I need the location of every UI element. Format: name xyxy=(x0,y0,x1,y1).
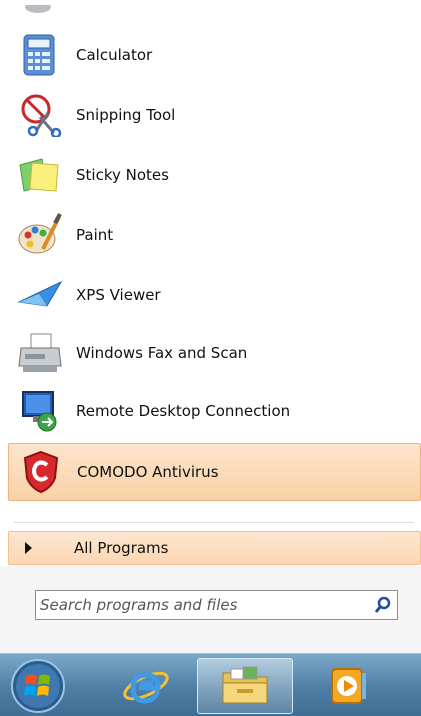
fax-scan-icon xyxy=(12,329,68,377)
menu-item-remote-desktop-connection[interactable]: Remote Desktop Connection xyxy=(8,382,421,440)
xps-viewer-icon xyxy=(12,271,68,319)
all-programs-label: All Programs xyxy=(74,539,169,557)
menu-item-label: COMODO Antivirus xyxy=(77,463,219,481)
menu-item-label: Remote Desktop Connection xyxy=(76,402,291,420)
menu-item-label: Paint xyxy=(76,226,114,244)
start-button[interactable] xyxy=(2,658,74,714)
menu-item-windows-fax-and-scan[interactable]: Windows Fax and Scan xyxy=(8,324,421,382)
search-icon[interactable] xyxy=(369,591,397,619)
sticky-notes-icon xyxy=(12,151,68,199)
snipping-tool-icon xyxy=(12,91,68,139)
menu-item-paint[interactable]: Paint xyxy=(8,206,421,264)
menu-item-label: Calculator xyxy=(76,46,153,64)
menu-item-label: XPS Viewer xyxy=(76,286,161,304)
start-orb-icon xyxy=(11,659,65,713)
search-box[interactable] xyxy=(35,590,398,620)
taskbar-internet-explorer[interactable] xyxy=(102,658,190,714)
comodo-icon xyxy=(13,448,69,496)
calculator-icon xyxy=(12,31,68,79)
taskbar xyxy=(0,653,421,716)
menu-item-label: Snipping Tool xyxy=(76,106,176,124)
all-programs-button[interactable]: All Programs xyxy=(8,531,421,565)
start-menu-left-pane: Calculator Snipping Tool Sticky Notes Pa… xyxy=(0,0,421,653)
media-player-icon xyxy=(331,668,366,704)
menu-item-calculator[interactable]: Calculator xyxy=(8,26,421,84)
menu-item-label: Sticky Notes xyxy=(76,166,169,184)
menu-item-xps-viewer[interactable]: XPS Viewer xyxy=(8,266,421,324)
expand-arrow-icon xyxy=(25,542,32,554)
partial-menu-item-icon xyxy=(24,0,52,13)
menu-item-snipping-tool[interactable]: Snipping Tool xyxy=(8,86,421,144)
windows-explorer-icon xyxy=(222,666,268,704)
menu-item-label: Windows Fax and Scan xyxy=(76,344,248,362)
taskbar-media-player[interactable] xyxy=(305,658,393,714)
taskbar-windows-explorer[interactable] xyxy=(197,658,293,714)
search-input[interactable] xyxy=(36,592,369,618)
remote-desktop-icon xyxy=(12,387,68,435)
menu-item-comodo-antivirus[interactable]: COMODO Antivirus xyxy=(8,443,421,501)
internet-explorer-icon xyxy=(123,671,169,704)
menu-separator xyxy=(14,522,414,523)
paint-icon xyxy=(12,211,68,259)
menu-item-sticky-notes[interactable]: Sticky Notes xyxy=(8,146,421,204)
